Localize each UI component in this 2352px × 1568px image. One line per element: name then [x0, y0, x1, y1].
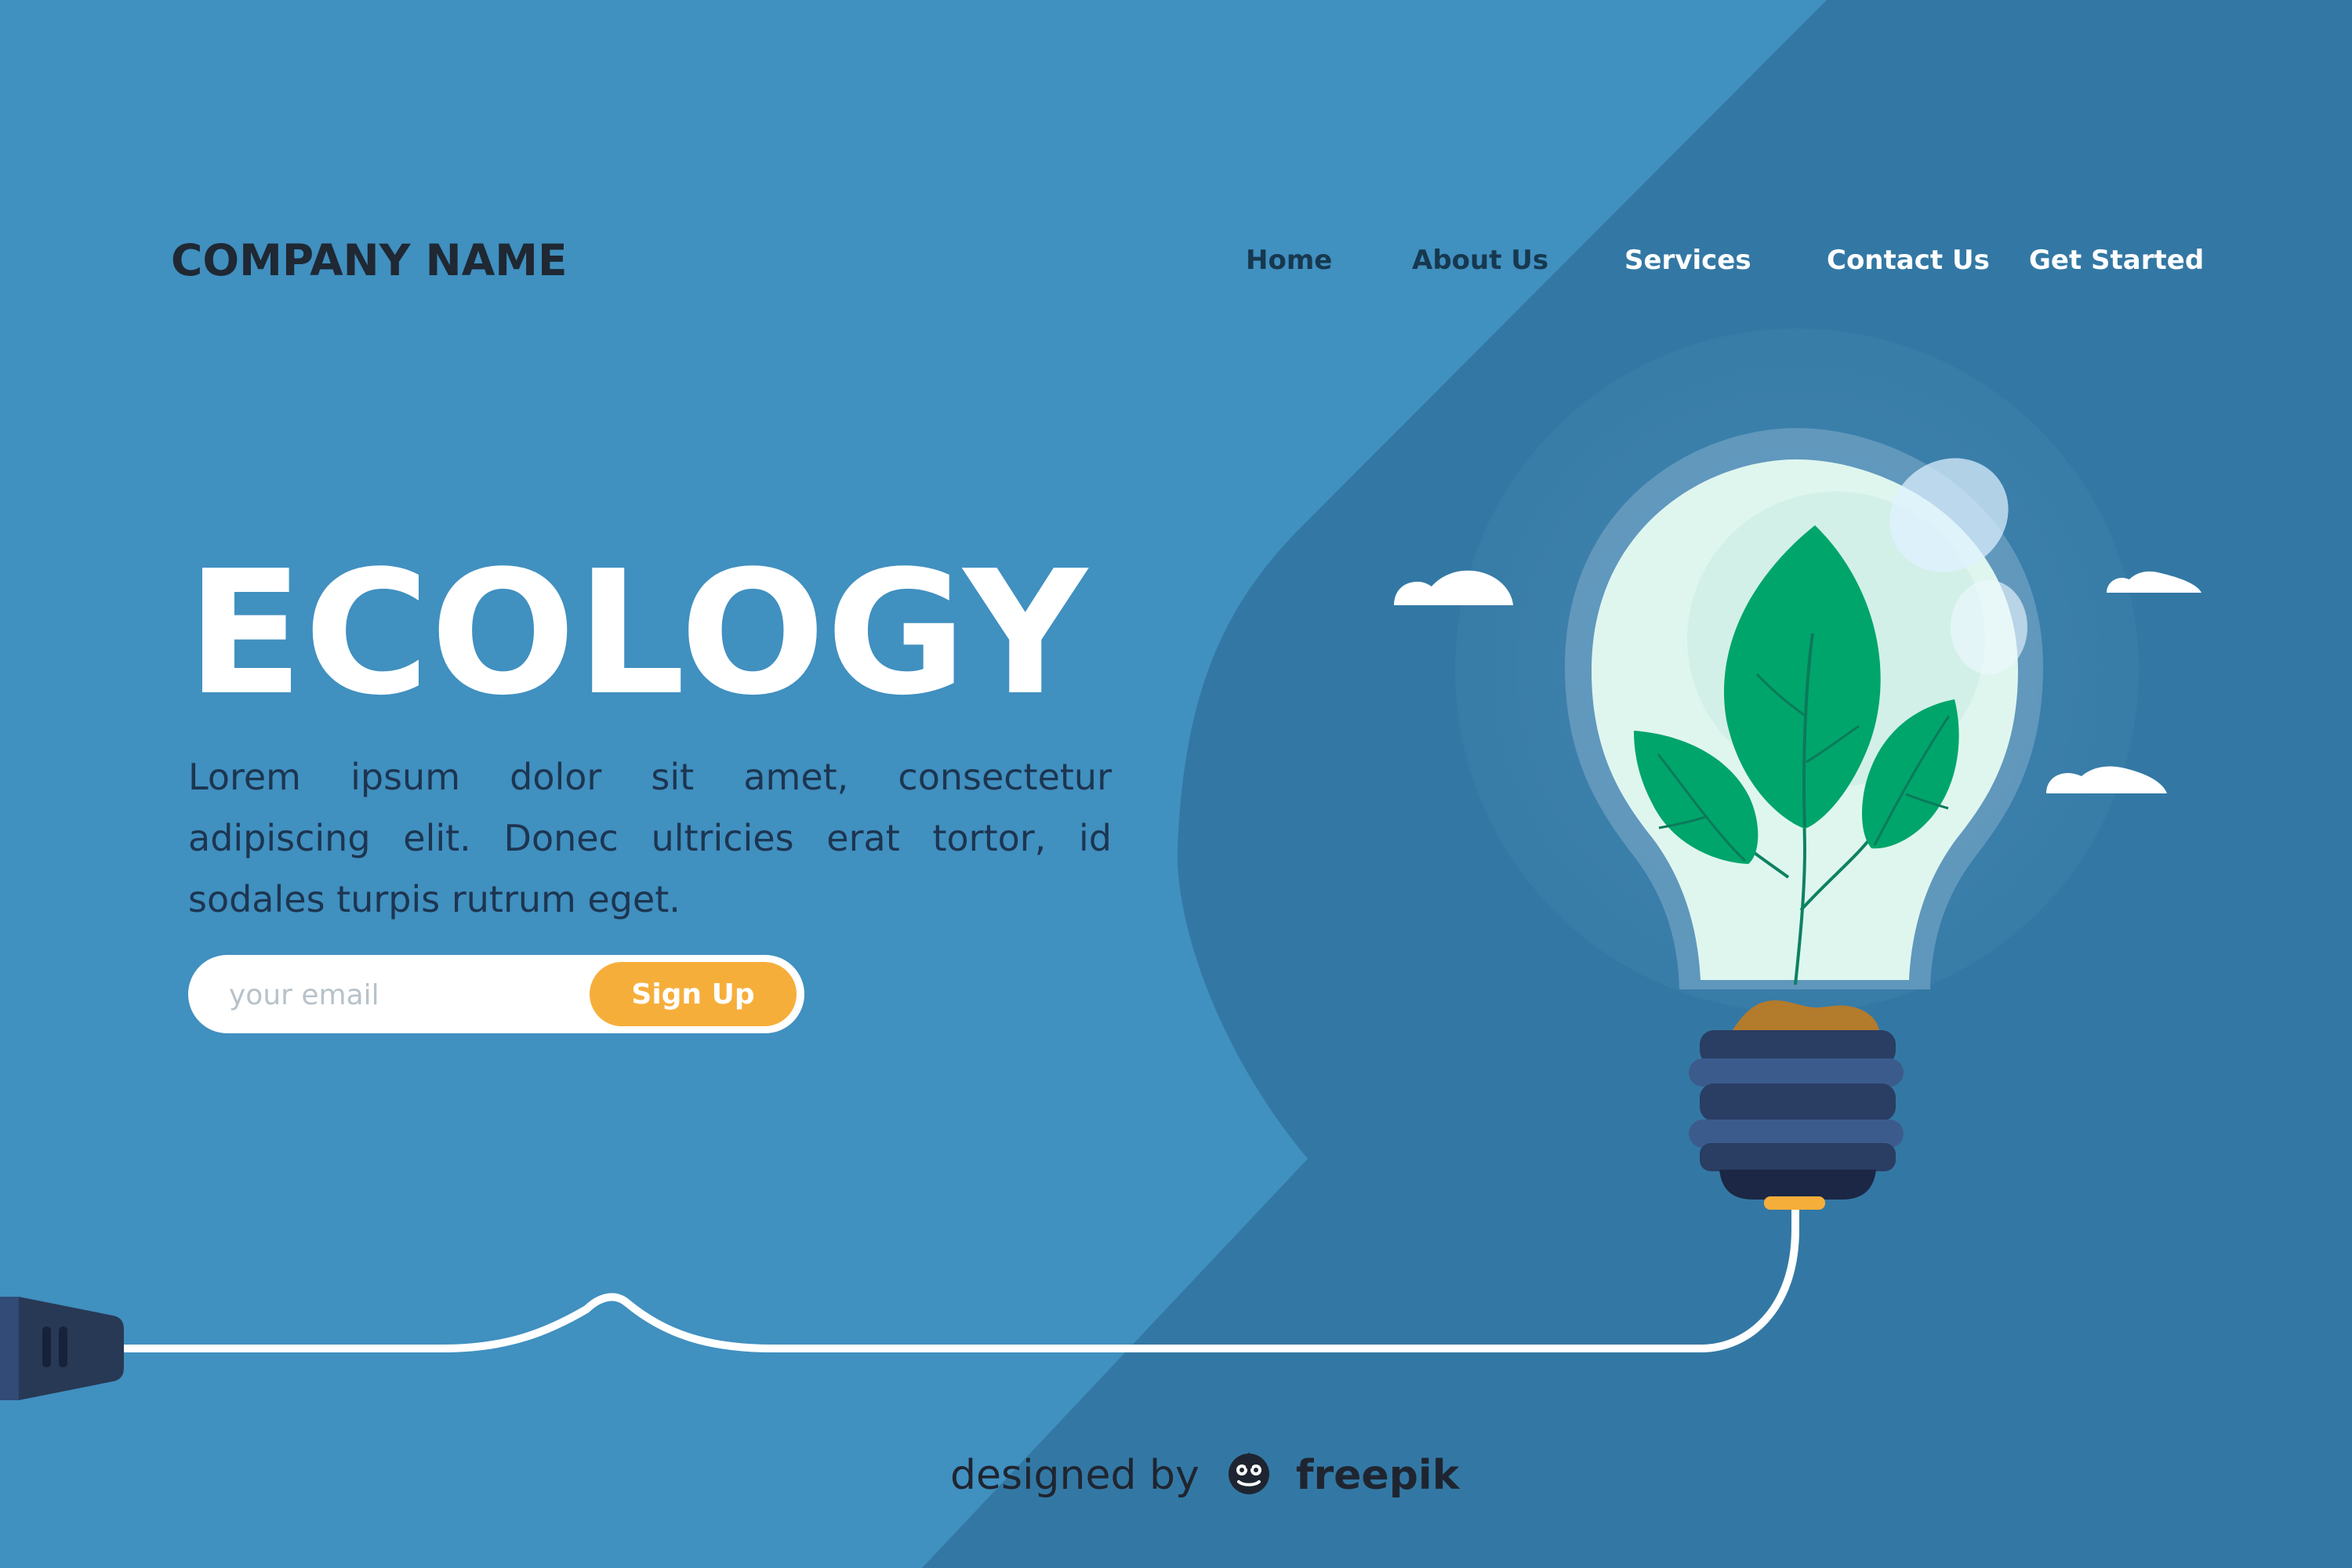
- base-cap: [1719, 1170, 1876, 1200]
- base-ring-2: [1689, 1058, 1904, 1087]
- plug-icon: [0, 1202, 1799, 1400]
- freepik-logo-icon: [1223, 1447, 1275, 1499]
- base-contact: [1764, 1196, 1825, 1210]
- credit-brand: freepik: [1295, 1452, 1460, 1499]
- bulb-base-icon: [1689, 1030, 1904, 1210]
- power-cable: [120, 1202, 1799, 1352]
- plug-prong-right: [59, 1327, 67, 1367]
- landing-page: COMPANY NAME Home About Us Services Cont…: [0, 0, 2352, 1568]
- plug-prong-left: [42, 1327, 51, 1367]
- illustration: [0, 328, 2201, 1400]
- plug-edge: [0, 1297, 19, 1400]
- base-ring-5: [1700, 1143, 1896, 1171]
- base-ring-3: [1700, 1083, 1896, 1121]
- designer-credit: designed by freepik: [950, 1452, 1459, 1507]
- bulb-highlight-small: [1951, 580, 2027, 674]
- credit-prefix: designed by: [950, 1452, 1200, 1499]
